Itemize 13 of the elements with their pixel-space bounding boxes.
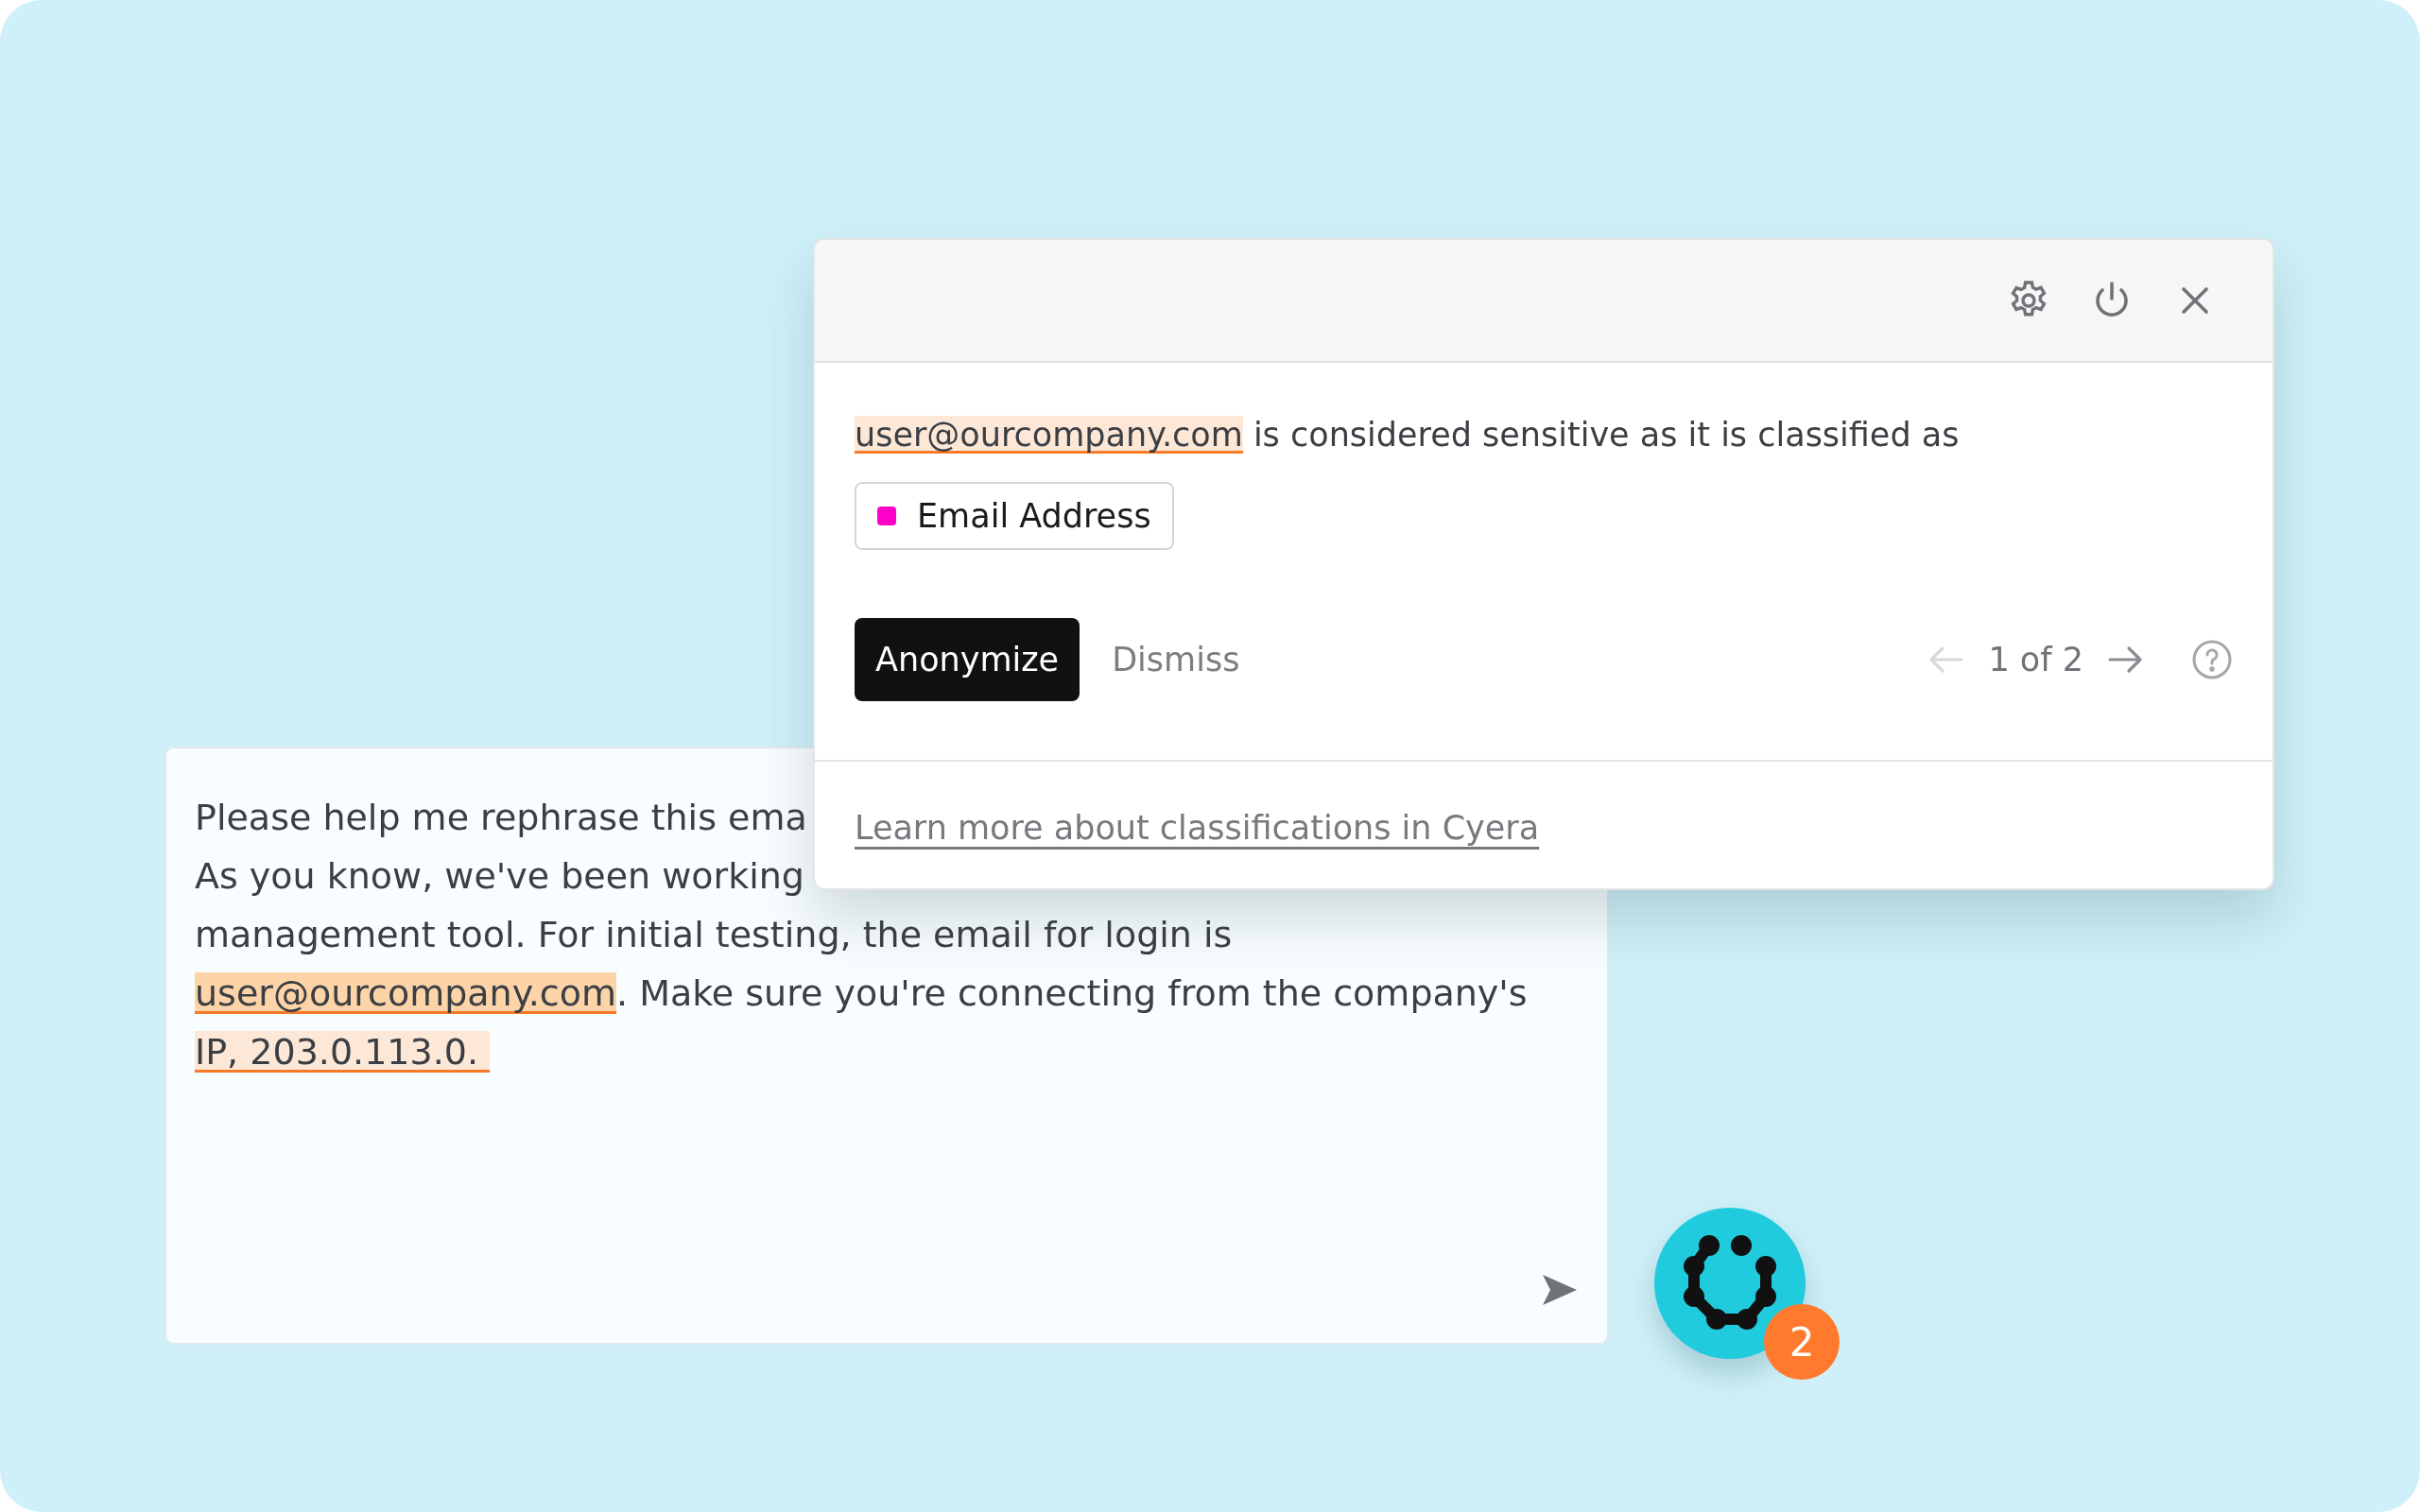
count-badge: 2 — [1764, 1304, 1840, 1380]
text-line: As you know, we've been working — [195, 854, 804, 899]
learn-more-link[interactable]: Learn more about classifications in Cyera — [855, 809, 1540, 847]
text-line: user@ourcompany.com. Make sure you're connecting from the company's — [195, 971, 1528, 1016]
send-icon[interactable] — [1541, 1273, 1579, 1307]
text-line: management tool. For initial testing, the email for login is — [195, 913, 1233, 957]
page-counter: 1 of 2 — [1988, 641, 2083, 679]
classification-message: user@ourcompany.com is considered sensitive as it is classified as — [855, 415, 1960, 455]
anonymize-button[interactable]: Anonymize — [855, 618, 1080, 701]
dismiss-button[interactable]: Dismiss — [1091, 618, 1261, 701]
logo-icon — [1681, 1234, 1779, 1332]
text-line: Please help me rephrase this ema — [195, 796, 807, 840]
tag-label: Email Address — [917, 497, 1151, 535]
